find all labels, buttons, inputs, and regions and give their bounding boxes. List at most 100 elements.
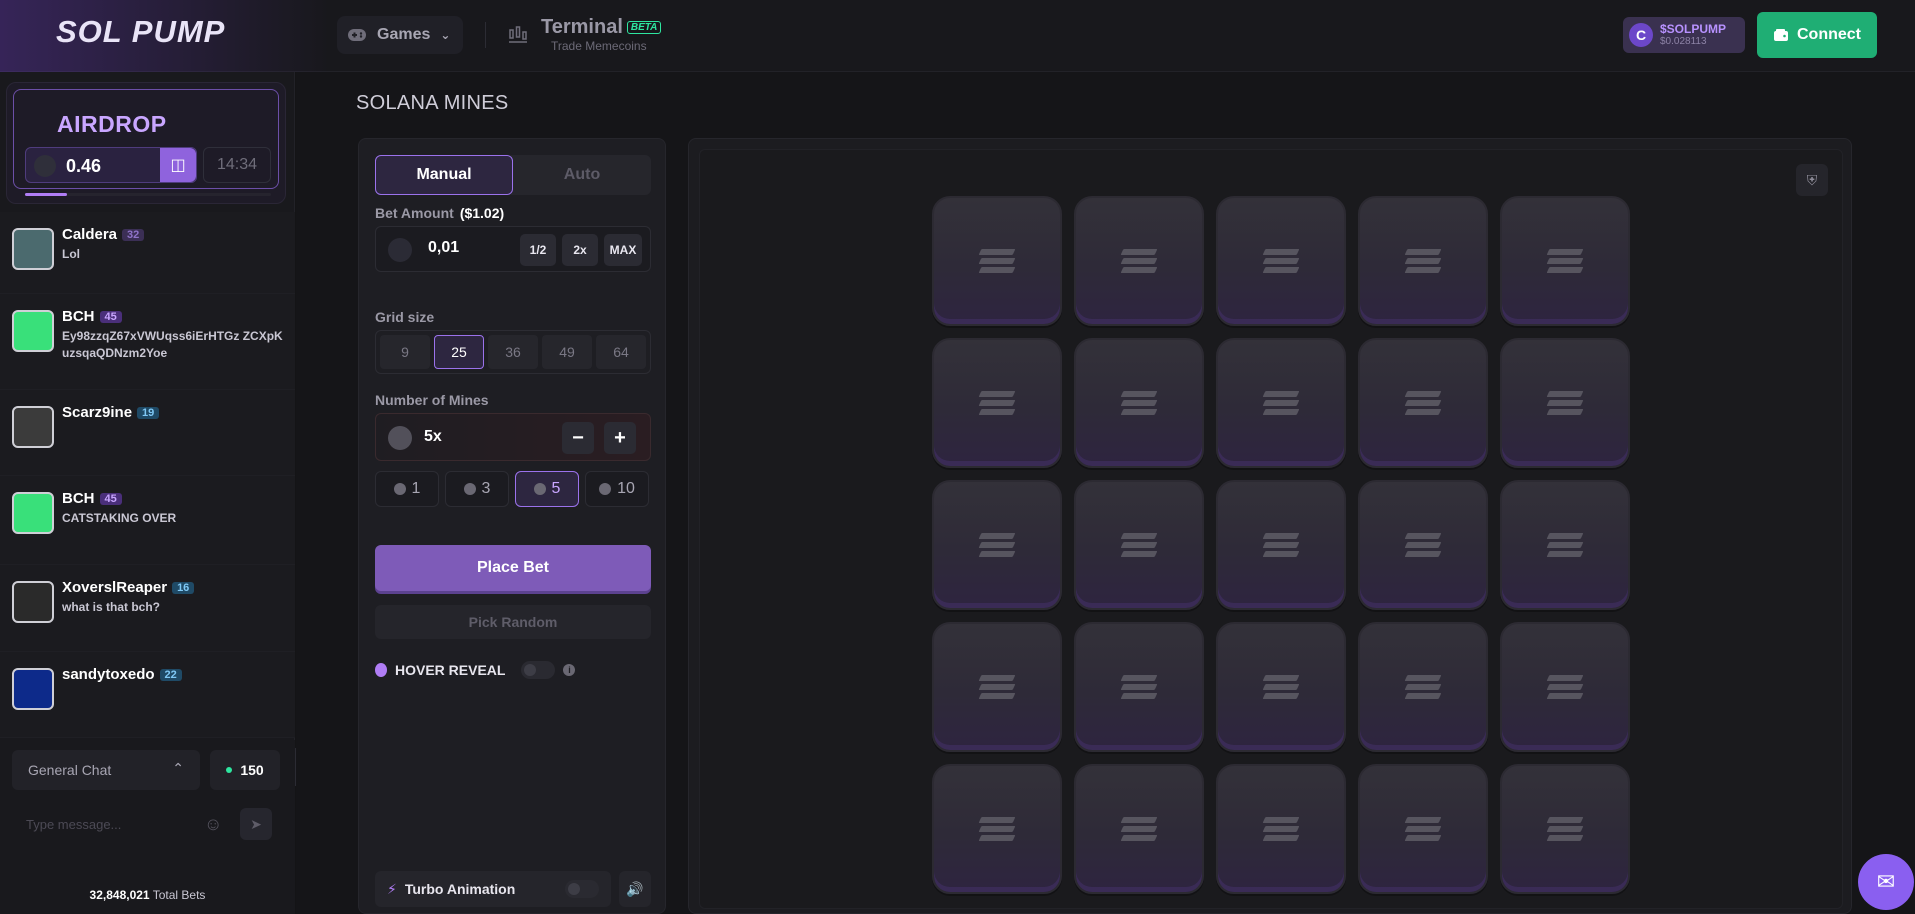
chat-username[interactable]: Caldera 32 xyxy=(62,226,145,243)
mines-quick-option[interactable]: 5 xyxy=(515,471,579,507)
mines-quick-value: 10 xyxy=(617,480,635,497)
mine-tile[interactable] xyxy=(932,338,1062,468)
mines-quick-option[interactable]: 10 xyxy=(585,471,649,507)
username-text: Caldera xyxy=(62,226,118,243)
support-chat-button[interactable]: ✉ xyxy=(1858,854,1914,910)
mine-tile[interactable] xyxy=(1358,764,1488,894)
games-menu-button[interactable]: Games ⌄ xyxy=(337,16,463,54)
mines-increase-button[interactable]: + xyxy=(604,422,636,454)
token-price-badge[interactable]: C $SOLPUMP $0.028113 xyxy=(1623,17,1745,53)
info-icon[interactable]: i xyxy=(563,664,576,676)
provably-fair-button[interactable]: ⛨ xyxy=(1796,164,1828,196)
avatar[interactable] xyxy=(12,668,54,710)
grid-size-options: 9 25 36 49 64 xyxy=(375,330,651,374)
bet-double-button[interactable]: 2x xyxy=(562,234,598,266)
mine-tile[interactable] xyxy=(932,480,1062,610)
mine-tile[interactable] xyxy=(1216,622,1346,752)
terminal-label: Terminal xyxy=(541,16,623,38)
mines-decrease-button[interactable]: − xyxy=(562,422,594,454)
mine-tile[interactable] xyxy=(1500,338,1630,468)
avatar[interactable] xyxy=(12,492,54,534)
mine-tile[interactable] xyxy=(932,196,1062,326)
airdrop-claim-button[interactable]: ◫ xyxy=(160,148,196,182)
total-bets-label: Total Bets xyxy=(152,888,206,902)
avatar[interactable] xyxy=(12,581,54,623)
bet-half-button[interactable]: 1/2 xyxy=(520,234,556,266)
turbo-label: Turbo Animation xyxy=(404,881,516,897)
mine-tile[interactable] xyxy=(1500,764,1630,894)
sound-button[interactable]: 🔊 xyxy=(619,871,651,907)
bet-max-button[interactable]: MAX xyxy=(604,234,642,266)
speaker-icon: 🔊 xyxy=(626,880,644,897)
solana-logo-icon xyxy=(978,246,1016,276)
mines-quick-option[interactable]: 1 xyxy=(375,471,439,507)
grid-size-option[interactable]: 36 xyxy=(488,335,538,369)
games-label: Games xyxy=(377,26,431,43)
chat-username[interactable]: sandytoxedo 22 xyxy=(62,666,182,683)
mines-stepper[interactable]: 5x − + xyxy=(375,413,651,461)
level-badge: 22 xyxy=(159,669,182,681)
solana-logo-icon xyxy=(978,388,1016,418)
emoji-icon[interactable]: ☺ xyxy=(204,814,222,835)
send-button[interactable]: ➤ xyxy=(240,808,272,840)
chat-username[interactable]: BCH 45 xyxy=(62,308,122,325)
page-title: SOLANA MINES xyxy=(356,92,509,114)
mine-tile[interactable] xyxy=(932,622,1062,752)
chat-username[interactable]: BCH 45 xyxy=(62,490,122,507)
total-bets-count: 32,848,021 xyxy=(89,888,150,902)
mine-tile[interactable] xyxy=(1358,196,1488,326)
bet-amount-label: Bet Amount ($1.02) xyxy=(375,205,504,221)
avatar[interactable] xyxy=(12,228,54,270)
mine-tile[interactable] xyxy=(1358,338,1488,468)
tab-manual[interactable]: Manual xyxy=(375,155,513,195)
bet-amount-field[interactable]: 0,01 1/2 2x MAX xyxy=(375,226,651,272)
mode-tabs: Manual Auto xyxy=(375,155,651,195)
airdrop-title: AIRDROP xyxy=(57,111,167,137)
mine-tile[interactable] xyxy=(1216,196,1346,326)
mine-tile[interactable] xyxy=(1216,338,1346,468)
mine-tile[interactable] xyxy=(932,764,1062,894)
connect-button[interactable]: Connect xyxy=(1757,12,1877,58)
mine-tile[interactable] xyxy=(1216,480,1346,610)
avatar[interactable] xyxy=(12,406,54,448)
turbo-animation-row: ⚡ Turbo Animation xyxy=(375,871,611,907)
mine-tile[interactable] xyxy=(1500,480,1630,610)
mine-tile[interactable] xyxy=(1074,480,1204,610)
mines-quick-option[interactable]: 3 xyxy=(445,471,509,507)
mine-tile[interactable] xyxy=(1074,196,1204,326)
online-dot-icon xyxy=(226,767,233,773)
grid-size-option[interactable]: 49 xyxy=(542,335,592,369)
chat-username[interactable]: XoverslReaper 16 xyxy=(62,579,195,596)
solana-logo-icon xyxy=(1262,672,1300,702)
pick-random-button[interactable]: Pick Random xyxy=(375,605,651,639)
online-value: 150 xyxy=(240,762,264,778)
mine-tile[interactable] xyxy=(1500,622,1630,752)
connect-label: Connect xyxy=(1797,26,1861,43)
grid-size-option[interactable]: 9 xyxy=(380,335,430,369)
solana-logo-icon xyxy=(1546,672,1584,702)
chat-channel-select[interactable]: General Chat ⌃ xyxy=(12,750,200,790)
avatar[interactable] xyxy=(12,310,54,352)
turbo-toggle[interactable] xyxy=(565,880,599,898)
mine-tile[interactable] xyxy=(1074,622,1204,752)
main-content: SOLANA MINES Manual Auto Bet Amount ($1.0… xyxy=(296,72,1915,914)
tab-auto[interactable]: Auto xyxy=(513,155,651,195)
mine-tile[interactable] xyxy=(1074,338,1204,468)
solana-logo-icon xyxy=(1404,814,1442,844)
mine-tile[interactable] xyxy=(1500,196,1630,326)
mine-tile[interactable] xyxy=(1216,764,1346,894)
mine-tile[interactable] xyxy=(1074,764,1204,894)
mine-tile[interactable] xyxy=(1358,622,1488,752)
place-bet-button[interactable]: Place Bet xyxy=(375,545,651,591)
grid-size-option[interactable]: 25 xyxy=(434,335,484,369)
bet-amount-value: 0,01 xyxy=(428,239,460,256)
solana-coin-icon xyxy=(388,238,412,262)
beta-badge: BETA xyxy=(626,21,662,35)
hover-reveal-toggle[interactable] xyxy=(521,661,556,679)
mine-tile[interactable] xyxy=(1358,480,1488,610)
grid-size-option[interactable]: 64 xyxy=(596,335,646,369)
site-logo[interactable]: SOL PUMP xyxy=(56,14,225,50)
potion-icon xyxy=(375,663,387,677)
chat-input[interactable] xyxy=(12,804,202,844)
chat-username[interactable]: Scarz9ine 19 xyxy=(62,404,160,421)
